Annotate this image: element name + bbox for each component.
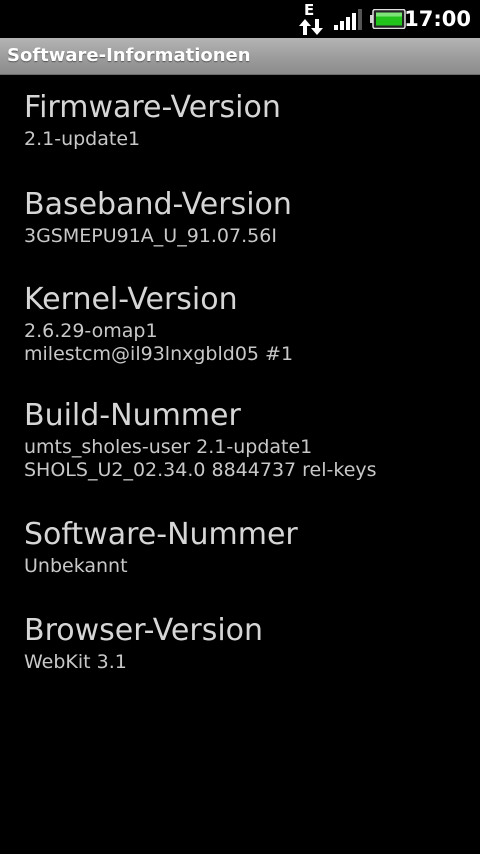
item-value: 2.6.29-omap1 bbox=[24, 320, 158, 342]
item-value: WebKit 3.1 bbox=[24, 651, 127, 673]
title-bar: Software-Informationen bbox=[0, 38, 480, 75]
item-label: Build-Nummer bbox=[24, 398, 241, 433]
info-item-baseband-version: Baseband-Version 3GSMEPU91A_U_91.07.56I bbox=[24, 187, 464, 248]
info-item-software-number: Software-Nummer Unbekannt bbox=[24, 517, 464, 578]
page-title: Software-Informationen bbox=[7, 45, 251, 66]
item-value: 2.1-update1 bbox=[24, 128, 141, 150]
data-arrows-icon bbox=[299, 19, 323, 35]
network-type-label: E bbox=[304, 1, 315, 19]
data-transfer-icon: E bbox=[298, 2, 324, 36]
item-label: Browser-Version bbox=[24, 613, 264, 648]
info-item-kernel-version: Kernel-Version 2.6.29-omap1 milestcm@il9… bbox=[24, 282, 464, 366]
item-label: Baseband-Version bbox=[24, 187, 292, 222]
item-label: Kernel-Version bbox=[24, 282, 238, 317]
info-item-build-number: Build-Nummer umts_sholes-user 2.1-update… bbox=[24, 398, 464, 482]
item-value: 3GSMEPU91A_U_91.07.56I bbox=[24, 225, 277, 247]
info-item-browser-version: Browser-Version WebKit 3.1 bbox=[24, 613, 464, 674]
signal-strength-icon bbox=[334, 9, 362, 30]
item-value-line2: SHOLS_U2_02.34.0 8844737 rel-keys bbox=[24, 459, 377, 481]
phone-screen: E 17:00 Software-Informationen Firmware-… bbox=[0, 0, 480, 854]
item-label: Firmware-Version bbox=[24, 90, 281, 125]
info-item-firmware-version: Firmware-Version 2.1-update1 bbox=[24, 90, 464, 151]
item-value: umts_sholes-user 2.1-update1 bbox=[24, 436, 313, 458]
item-value: Unbekannt bbox=[24, 555, 128, 577]
battery-icon bbox=[370, 9, 406, 29]
item-value-line2: milestcm@il93lnxgbld05 #1 bbox=[24, 343, 294, 365]
status-bar: E 17:00 bbox=[0, 0, 480, 38]
item-label: Software-Nummer bbox=[24, 517, 298, 552]
clock: 17:00 bbox=[404, 7, 471, 31]
